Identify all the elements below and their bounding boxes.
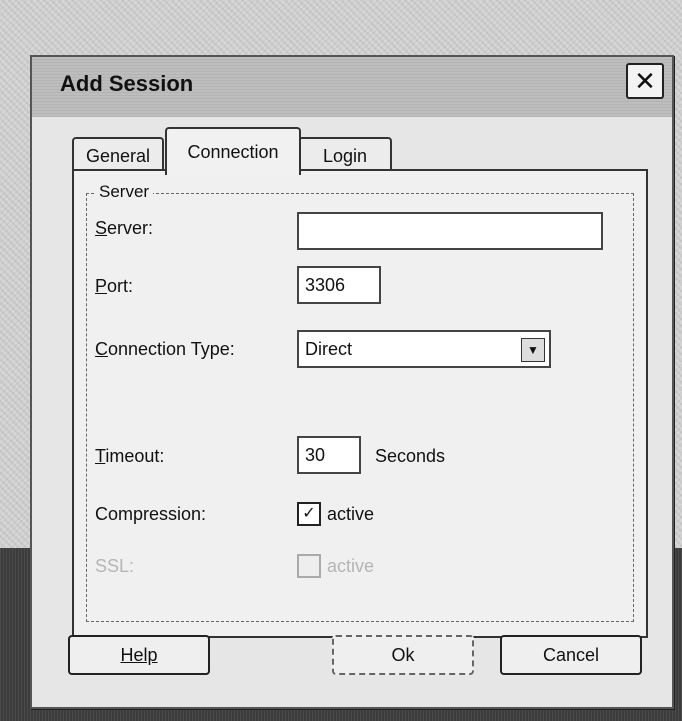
- timeout-unit-label: Seconds: [375, 446, 446, 466]
- timeout-label-mnemonic: T: [95, 446, 106, 466]
- tab-connection-label: Connection: [187, 141, 279, 162]
- title-bar: Add Session ✕: [32, 57, 672, 117]
- port-label-text: ort:: [107, 276, 134, 296]
- port-label-mnemonic: P: [95, 276, 108, 296]
- help-button[interactable]: Help: [68, 635, 210, 675]
- timeout-label-text: imeout:: [105, 446, 165, 466]
- server-label: Server:: [95, 218, 153, 239]
- ssl-label: SSL:: [95, 556, 135, 576]
- server-label-mnemonic: S: [95, 218, 108, 238]
- compression-checkbox-label: active: [327, 504, 375, 524]
- timeout-input-value: 30: [305, 444, 326, 465]
- tab-general[interactable]: General: [72, 137, 164, 173]
- port-input[interactable]: 3306: [297, 266, 381, 304]
- cancel-button-label: Cancel: [542, 644, 600, 665]
- server-label-text: erver:: [107, 218, 154, 238]
- add-session-dialog: Add Session ✕ General Connection Login S…: [30, 55, 674, 709]
- compression-checkbox[interactable]: ✓: [297, 502, 321, 526]
- port-input-value: 3306: [305, 274, 346, 295]
- timeout-label: Timeout:: [95, 446, 164, 467]
- close-icon: ✕: [634, 66, 656, 96]
- connection-type-select[interactable]: Direct ▼: [297, 330, 551, 368]
- timeout-input[interactable]: 30: [297, 436, 361, 474]
- server-input[interactable]: [297, 212, 603, 250]
- port-label: Port:: [95, 276, 133, 297]
- ok-button-label: Ok: [391, 644, 415, 665]
- chevron-down-icon[interactable]: ▼: [521, 338, 545, 362]
- connection-type-selected-value: Direct: [305, 338, 353, 359]
- compression-label: Compression:: [95, 504, 207, 524]
- tab-login-label: Login: [322, 145, 368, 166]
- ssl-checkbox: [297, 554, 321, 578]
- server-groupbox: Server Server: Port: 3306 Connection Typ…: [86, 182, 634, 622]
- ok-button[interactable]: Ok: [332, 635, 474, 675]
- connection-type-label: Connection Type:: [95, 339, 235, 360]
- help-button-label: Help: [120, 644, 158, 665]
- connection-type-label-text: onnection Type:: [108, 339, 235, 359]
- groupbox-title: Server: [95, 182, 154, 202]
- cancel-button[interactable]: Cancel: [500, 635, 642, 675]
- check-icon: ✓: [302, 505, 316, 522]
- tab-connection[interactable]: Connection: [165, 127, 301, 175]
- connection-panel: Server Server: Port: 3306 Connection Typ…: [72, 169, 648, 638]
- tab-login[interactable]: Login: [298, 137, 392, 173]
- tab-general-label: General: [85, 145, 151, 166]
- connection-type-label-mnemonic: C: [95, 339, 108, 359]
- close-button[interactable]: ✕: [626, 63, 664, 99]
- dialog-title: Add Session: [60, 71, 194, 96]
- ssl-checkbox-label: active: [327, 556, 375, 576]
